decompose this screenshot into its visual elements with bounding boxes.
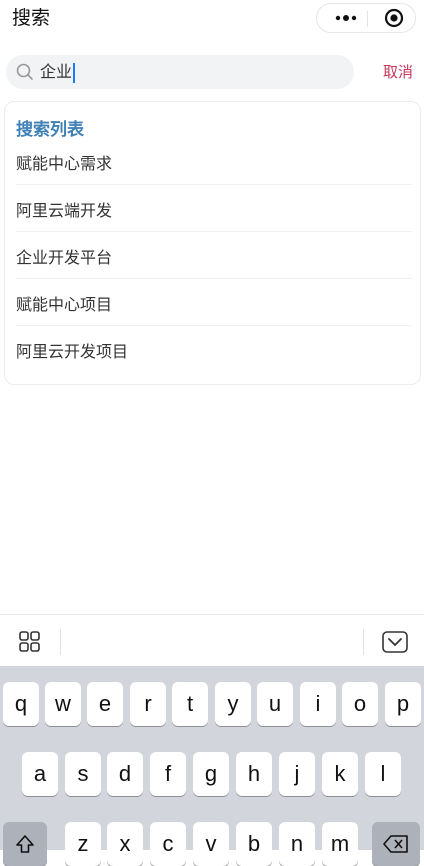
- list-item[interactable]: 阿里云开发项目: [16, 326, 412, 373]
- key[interactable]: w: [45, 682, 81, 726]
- key[interactable]: h: [236, 752, 272, 796]
- search-input[interactable]: 企业: [6, 55, 354, 89]
- keyboard-hide-icon[interactable]: [382, 631, 408, 657]
- search-results-card: 搜索列表 赋能中心需求 阿里云端开发 企业开发平台 赋能中心项目 阿里云开发项目: [4, 101, 421, 385]
- cancel-button[interactable]: 取消: [383, 62, 413, 82]
- key[interactable]: a: [22, 752, 58, 796]
- shift-icon: [16, 835, 34, 853]
- page-title: 搜索: [12, 7, 51, 29]
- key[interactable]: p: [385, 682, 421, 726]
- search-input-value: 企业: [40, 61, 75, 83]
- mini-program-capsule: [316, 3, 416, 33]
- key[interactable]: j: [279, 752, 315, 796]
- key[interactable]: v: [193, 822, 229, 866]
- shift-key[interactable]: [3, 822, 47, 866]
- key[interactable]: x: [107, 822, 143, 866]
- on-screen-keyboard: q w e r t y u i o p a s d f g h j k l z …: [0, 666, 424, 866]
- key[interactable]: m: [322, 822, 358, 866]
- key[interactable]: o: [342, 682, 378, 726]
- key[interactable]: z: [65, 822, 101, 866]
- backspace-key[interactable]: [372, 822, 420, 866]
- list-item[interactable]: 阿里云端开发: [16, 185, 412, 232]
- key[interactable]: y: [215, 682, 251, 726]
- key[interactable]: i: [300, 682, 336, 726]
- key[interactable]: g: [193, 752, 229, 796]
- key[interactable]: e: [87, 682, 123, 726]
- key[interactable]: r: [130, 682, 166, 726]
- more-dots-icon[interactable]: [327, 4, 365, 32]
- key[interactable]: t: [172, 682, 208, 726]
- results-heading: 搜索列表: [16, 120, 84, 140]
- key[interactable]: b: [236, 822, 272, 866]
- key[interactable]: s: [65, 752, 101, 796]
- key[interactable]: k: [322, 752, 358, 796]
- nav-bar: 搜索: [0, 0, 424, 40]
- text-caret: [73, 62, 75, 83]
- toolbar-divider: [60, 629, 61, 655]
- list-item[interactable]: 企业开发平台: [16, 232, 412, 279]
- toolbar-divider: [363, 629, 364, 655]
- grid-icon[interactable]: [19, 631, 41, 657]
- capsule-divider: [367, 11, 368, 27]
- backspace-icon: [383, 835, 408, 853]
- search-icon: [16, 63, 34, 85]
- key[interactable]: f: [150, 752, 186, 796]
- target-close-icon[interactable]: [377, 4, 411, 32]
- keyboard-toolbar: [0, 614, 424, 667]
- list-item[interactable]: 赋能中心需求: [16, 138, 412, 185]
- key[interactable]: d: [107, 752, 143, 796]
- key[interactable]: n: [279, 822, 315, 866]
- list-item[interactable]: 赋能中心项目: [16, 279, 412, 326]
- key[interactable]: l: [365, 752, 401, 796]
- key[interactable]: u: [257, 682, 293, 726]
- key[interactable]: q: [3, 682, 39, 726]
- key[interactable]: c: [150, 822, 186, 866]
